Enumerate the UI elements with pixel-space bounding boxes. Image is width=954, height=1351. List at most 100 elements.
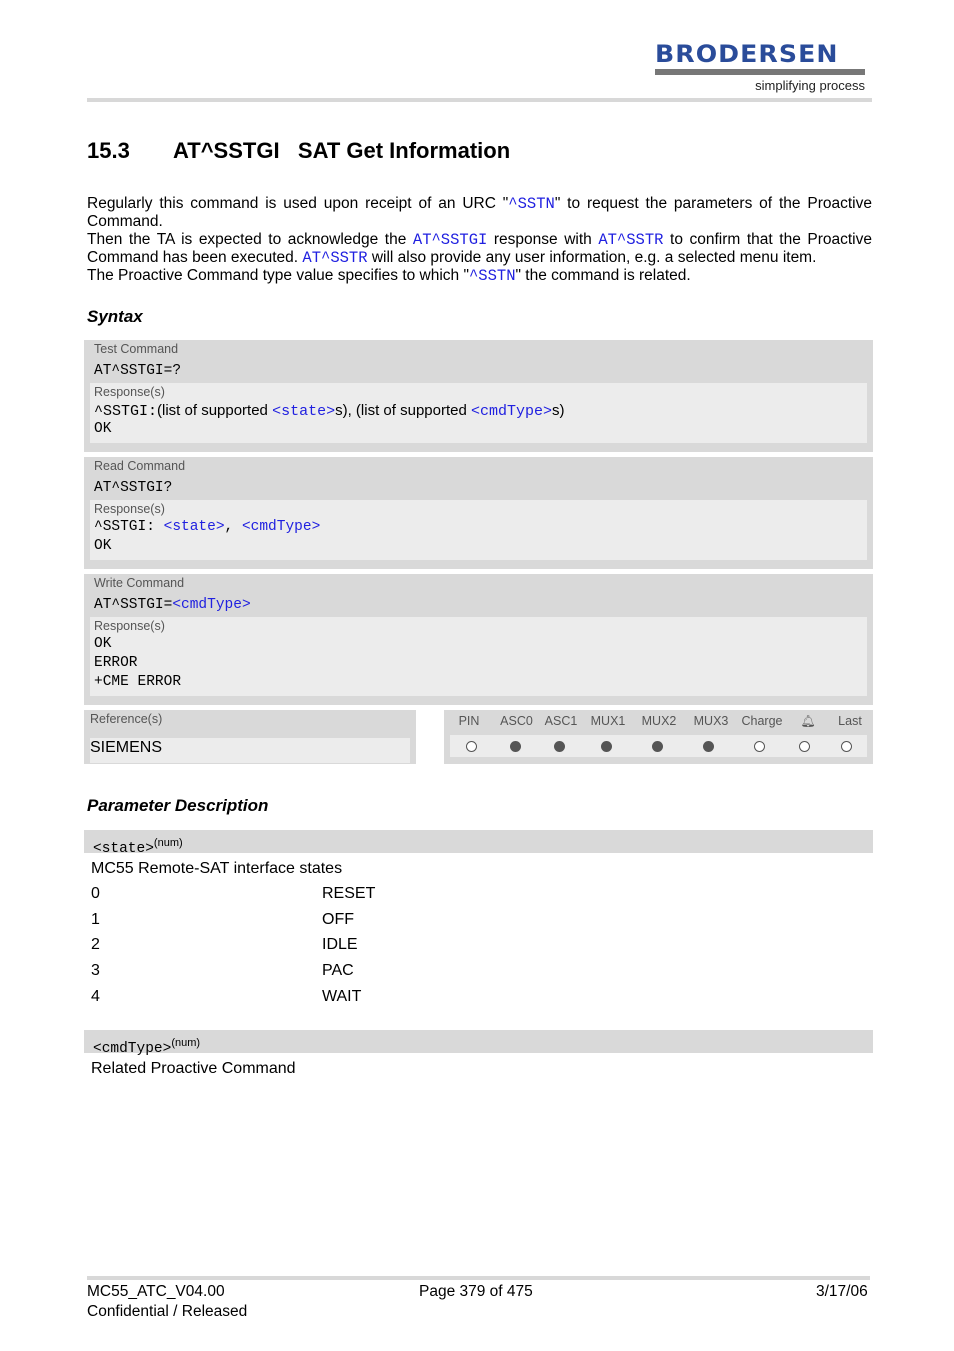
logo-wordmark: BRODERSEN bbox=[655, 40, 839, 68]
response-text: (list of supported bbox=[157, 402, 273, 419]
command-link[interactable]: ^SSTN bbox=[508, 195, 555, 213]
interface-label: MUX3 bbox=[693, 714, 729, 728]
write-command-box: Write Command AT^SSTGI=<cmdType> Respons… bbox=[84, 574, 873, 705]
value-meaning: OFF bbox=[322, 910, 354, 928]
state-value-row: 4 WAIT bbox=[91, 987, 361, 1006]
read-response-line: ^SSTGI: <state>, <cmdType> bbox=[94, 518, 863, 537]
interface-label: Charge bbox=[741, 714, 783, 728]
command-link[interactable]: AT^SSTGI bbox=[413, 231, 487, 249]
response-label: Response(s) bbox=[94, 619, 165, 633]
interface-cell bbox=[784, 740, 826, 752]
intro-text: Regularly this command is used upon rece… bbox=[87, 195, 872, 285]
interface-support-row bbox=[450, 735, 867, 757]
read-command: AT^SSTGI? bbox=[94, 480, 173, 496]
interface-cell bbox=[683, 740, 735, 752]
cmdtype-link[interactable]: <cmdType> bbox=[172, 597, 250, 613]
test-command: AT^SSTGI=? bbox=[94, 363, 182, 379]
param-name: <cmdType> bbox=[93, 1040, 172, 1057]
response-label: Response(s) bbox=[94, 502, 165, 516]
brodersen-logo: BRODERSEN simplifying process bbox=[655, 42, 865, 93]
value-code: 1 bbox=[91, 910, 100, 928]
syntax-heading: Syntax bbox=[87, 307, 143, 326]
interface-cell bbox=[450, 740, 494, 752]
interface-cell bbox=[494, 740, 539, 752]
test-command-box: Test Command AT^SSTGI=? Response(s) ^SST… bbox=[84, 340, 873, 452]
command-link[interactable]: AT^SSTR bbox=[598, 231, 663, 249]
intro-text-segment: Then the TA is expected to acknowledge t… bbox=[87, 231, 413, 248]
ok-response: OK bbox=[94, 421, 112, 437]
supported-dot-icon bbox=[510, 740, 522, 752]
section-number: 15.3 bbox=[87, 138, 130, 163]
footer-left: MC55_ATC_V04.00 Confidential / Released bbox=[87, 1282, 247, 1322]
test-response-line: ^SSTGI:(list of supported <state>s), (li… bbox=[94, 401, 863, 420]
intro-text-segment: response with bbox=[487, 231, 599, 248]
section-name: AT^SSTGI SAT Get Information bbox=[173, 138, 511, 163]
test-command-label: Test Command bbox=[94, 342, 179, 356]
supported-dot-icon bbox=[703, 740, 715, 752]
supported-dot-icon bbox=[554, 740, 566, 752]
cmdtype-description: Related Proactive Command bbox=[91, 1060, 296, 1077]
command-link[interactable]: ^SSTN bbox=[469, 267, 516, 285]
value-code: 0 bbox=[91, 885, 100, 902]
test-response: Response(s) ^SSTGI:(list of supported <s… bbox=[90, 383, 867, 443]
section-title: 15.3 AT^SSTGI SAT Get Information bbox=[87, 138, 510, 164]
state-value-row: 1 OFF bbox=[91, 910, 354, 929]
unsupported-dot-icon bbox=[466, 740, 478, 752]
param-type: (num) bbox=[153, 837, 183, 849]
logo-bar bbox=[655, 69, 865, 75]
param-name: <state> bbox=[93, 840, 154, 857]
alarm-icon: 🔔︎ bbox=[800, 714, 816, 728]
intro-text-segment: The Proactive Command type value specifi… bbox=[87, 267, 469, 284]
write-response: Response(s) OK ERROR +CME ERROR bbox=[90, 617, 867, 696]
supported-dot-icon bbox=[651, 740, 663, 752]
cmdtype-link[interactable]: <cmdType> bbox=[242, 519, 320, 535]
value-code: 3 bbox=[91, 962, 100, 980]
header-divider bbox=[87, 98, 872, 102]
interface-label: MUX2 bbox=[641, 714, 677, 728]
value-meaning: WAIT bbox=[322, 987, 362, 1005]
unsupported-dot-icon bbox=[840, 740, 852, 752]
interface-label: ASC1 bbox=[544, 714, 578, 728]
response-cme-error: +CME ERROR bbox=[94, 674, 182, 690]
reference-label: Reference(s) bbox=[90, 712, 163, 726]
interface-support-box: PIN ASC0 ASC1 MUX1 MUX2 MUX3 Charge 🔔︎ Last bbox=[444, 710, 873, 764]
intro-text-segment: Regularly this command is used upon rece… bbox=[87, 195, 509, 212]
interface-cell bbox=[582, 740, 632, 752]
response-prefix: ^SSTGI: bbox=[94, 403, 158, 420]
separator: , bbox=[224, 519, 242, 535]
doc-status: Confidential / Released bbox=[87, 1303, 248, 1320]
value-meaning: PAC bbox=[322, 962, 354, 980]
document-page: BRODERSEN simplifying process 15.3 AT^SST… bbox=[0, 0, 954, 1351]
unsupported-dot-icon bbox=[799, 740, 811, 752]
cmdtype-link[interactable]: <cmdType> bbox=[471, 403, 552, 420]
state-link[interactable]: <state> bbox=[272, 403, 335, 420]
interface-cell bbox=[631, 740, 683, 752]
value-code: 4 bbox=[91, 987, 100, 1005]
read-command-label: Read Command bbox=[94, 459, 186, 473]
intro-text-segment: " the command is related. bbox=[515, 267, 691, 284]
logo-tagline: simplifying process bbox=[755, 78, 865, 93]
interface-label: ASC0 bbox=[500, 714, 533, 728]
doc-date: 3/17/06 bbox=[816, 1283, 868, 1300]
intro-text-segment: will also provide any user information, … bbox=[367, 249, 817, 266]
ok-response: OK bbox=[94, 538, 112, 554]
interface-label: PIN bbox=[458, 714, 480, 728]
command-link[interactable]: AT^SSTR bbox=[302, 249, 367, 267]
page-number: Page 379 of 475 bbox=[419, 1283, 533, 1300]
param-type: (num) bbox=[171, 1037, 201, 1049]
doc-id: MC55_ATC_V04.00 bbox=[87, 1283, 225, 1300]
write-command-text: AT^SSTGI= bbox=[94, 597, 173, 613]
write-command-label: Write Command bbox=[94, 576, 185, 590]
reference-box: Reference(s) SIEMENS bbox=[84, 710, 416, 764]
value-code: 2 bbox=[91, 936, 100, 954]
interface-label: Last bbox=[838, 714, 862, 728]
interface-cell bbox=[734, 740, 784, 752]
reference-value: SIEMENS bbox=[90, 738, 410, 763]
interface-cell bbox=[825, 740, 867, 752]
state-value-row: 3 PAC bbox=[91, 962, 354, 980]
interface-cell bbox=[538, 740, 582, 752]
footer-divider bbox=[87, 1276, 870, 1280]
value-meaning: RESET bbox=[322, 885, 376, 902]
state-link[interactable]: <state> bbox=[164, 519, 225, 535]
intro-paragraph: The Proactive Command type value specifi… bbox=[87, 267, 872, 285]
